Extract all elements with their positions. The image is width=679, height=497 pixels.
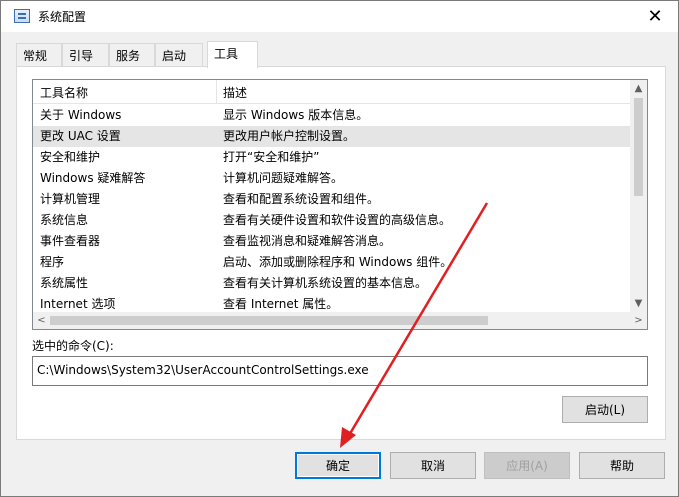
vertical-scroll-thumb[interactable] [634, 98, 643, 196]
tool-name: 事件查看器 [40, 234, 101, 248]
close-button[interactable]: ✕ [632, 1, 678, 32]
scroll-up-icon[interactable]: ▲ [630, 80, 647, 97]
tool-name: 关于 Windows [40, 108, 122, 122]
tab-general[interactable]: 常规 [16, 43, 62, 67]
tool-name: 程序 [40, 255, 65, 269]
tool-name: 计算机管理 [40, 192, 101, 206]
tool-name: 安全和维护 [40, 150, 101, 164]
list-item-selected[interactable]: 更改 UAC 设置 更改用户帐户控制设置。 [33, 126, 631, 147]
list-item[interactable]: 安全和维护 打开“安全和维护” [33, 147, 631, 168]
launch-button[interactable]: 启动(L) [562, 396, 648, 423]
tool-description: 计算机问题疑难解答。 [223, 171, 344, 185]
tool-description: 启动、添加或删除程序和 Windows 组件。 [223, 255, 453, 269]
system-config-window: 系统配置 ✕ 常规 引导 服务 启动 工具 工具名称 描述 关于 Windows… [0, 0, 679, 497]
scroll-down-icon[interactable]: ▼ [630, 295, 647, 312]
cancel-button[interactable]: 取消 [390, 452, 476, 479]
tab-startup[interactable]: 启动 [155, 43, 203, 67]
list-item[interactable]: 计算机管理 查看和配置系统设置和组件。 [33, 189, 631, 210]
list-item[interactable]: Windows 疑难解答 计算机问题疑难解答。 [33, 168, 631, 189]
help-button[interactable]: 帮助 [579, 452, 665, 479]
window-title: 系统配置 [38, 10, 87, 24]
tool-description: 查看和配置系统设置和组件。 [223, 192, 380, 206]
list-item[interactable]: 事件查看器 查看监视消息和疑难解答消息。 [33, 231, 631, 252]
tool-name: Windows 疑难解答 [40, 171, 146, 185]
selected-command-label: 选中的命令(C): [32, 339, 114, 353]
tab-tools[interactable]: 工具 [207, 41, 258, 68]
system-config-app-icon [14, 9, 30, 23]
vertical-scrollbar[interactable]: ▲ ▼ [630, 80, 647, 312]
tool-name: 系统信息 [40, 213, 89, 227]
tool-description: 更改用户帐户控制设置。 [223, 129, 356, 143]
list-item[interactable]: 系统属性 查看有关计算机系统设置的基本信息。 [33, 273, 631, 294]
column-header-description[interactable]: 描述 [223, 84, 247, 101]
tool-description: 查看监视消息和疑难解答消息。 [223, 234, 392, 248]
horizontal-scroll-thumb[interactable] [50, 316, 488, 325]
ok-button[interactable]: 确定 [295, 452, 381, 479]
column-header-tool-name[interactable]: 工具名称 [40, 84, 88, 101]
tab-boot[interactable]: 引导 [62, 43, 109, 67]
tool-description: 查看有关计算机系统设置的基本信息。 [223, 276, 428, 290]
tool-description: 查看有关硬件设置和软件设置的高级信息。 [223, 213, 452, 227]
tool-description: 打开“安全和维护” [223, 150, 320, 164]
tool-description: 显示 Windows 版本信息。 [223, 108, 369, 122]
tools-listview[interactable]: 工具名称 描述 关于 Windows 显示 Windows 版本信息。 更改 UA… [32, 79, 648, 330]
list-item[interactable]: 程序 启动、添加或删除程序和 Windows 组件。 [33, 252, 631, 273]
scroll-left-icon[interactable]: < [33, 312, 50, 329]
tool-name: 更改 UAC 设置 [40, 129, 121, 143]
horizontal-scrollbar[interactable]: < > [33, 312, 647, 329]
list-item[interactable]: 系统信息 查看有关硬件设置和软件设置的高级信息。 [33, 210, 631, 231]
close-icon: ✕ [647, 6, 663, 27]
selected-command-field[interactable]: C:\Windows\System32\UserAccountControlSe… [32, 356, 648, 386]
scroll-right-icon[interactable]: > [630, 312, 647, 329]
tools-tab-panel: 工具名称 描述 关于 Windows 显示 Windows 版本信息。 更改 UA… [16, 66, 666, 440]
apply-button: 应用(A) [484, 452, 570, 479]
tab-services[interactable]: 服务 [109, 43, 155, 67]
title-bar: 系统配置 ✕ [1, 1, 678, 32]
list-header: 工具名称 描述 [33, 80, 631, 104]
list-rows: 关于 Windows 显示 Windows 版本信息。 更改 UAC 设置 更改用户… [33, 105, 631, 315]
tool-name: 系统属性 [40, 276, 89, 290]
column-separator[interactable] [216, 80, 217, 104]
list-item[interactable]: 关于 Windows 显示 Windows 版本信息。 [33, 105, 631, 126]
